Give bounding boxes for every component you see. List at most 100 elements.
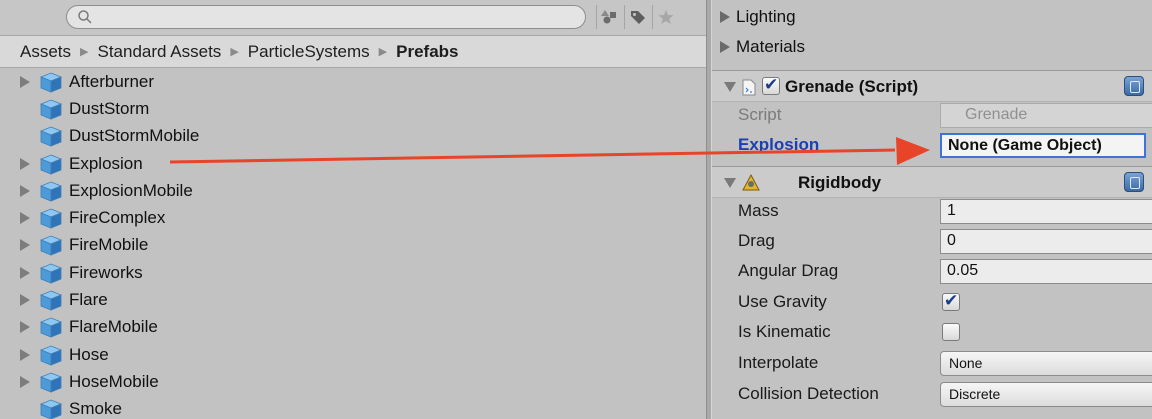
materials-section[interactable]: Materials: [712, 32, 1152, 62]
prefab-cube-icon: [39, 72, 63, 93]
foldout-closed-icon[interactable]: [20, 321, 30, 334]
asset-name: Flare: [69, 290, 108, 310]
foldout-open-icon: [724, 178, 736, 188]
explosion-field-value: None (Game Object): [948, 137, 1102, 154]
asset-name: Afterburner: [69, 71, 155, 91]
favorites-star-icon[interactable]: [652, 5, 678, 29]
asset-name: FireMobile: [69, 235, 149, 255]
asset-name: FlareMobile: [69, 317, 158, 337]
rigidbody-component-title: Rigidbody: [798, 173, 882, 192]
foldout-closed-icon: [720, 11, 730, 23]
asset-row[interactable]: Hose: [0, 341, 706, 368]
asset-row[interactable]: FireMobile: [0, 232, 706, 259]
foldout-closed-icon[interactable]: [20, 266, 30, 279]
foldout-closed-icon: [720, 41, 730, 53]
prefab-cube-icon: [39, 208, 63, 229]
interpolate-dropdown[interactable]: None: [940, 351, 1152, 376]
use-gravity-property-row: Use Gravity: [712, 287, 1152, 317]
project-toolbar: [0, 0, 706, 36]
mass-input[interactable]: 1: [940, 199, 1152, 224]
breadcrumb: Assets ▶ Standard Assets ▶ ParticleSyste…: [0, 36, 706, 68]
collision-detection-label: Collision Detection: [738, 384, 879, 403]
asset-row[interactable]: FireComplex: [0, 204, 706, 231]
prefab-cube-icon: [39, 99, 63, 120]
asset-name: ExplosionMobile: [69, 180, 193, 200]
asset-row[interactable]: HoseMobile: [0, 368, 706, 395]
asset-row[interactable]: Flare: [0, 286, 706, 313]
project-panel: Assets ▶ Standard Assets ▶ ParticleSyste…: [0, 0, 706, 419]
foldout-open-icon: [724, 82, 736, 92]
asset-row[interactable]: DustStorm: [0, 95, 706, 122]
breadcrumb-particle-systems[interactable]: ParticleSystems: [248, 42, 370, 62]
asset-name: DustStorm: [69, 98, 150, 118]
inspector-panel: Lighting Materials Grenade (Script) Scri…: [712, 0, 1152, 419]
asset-name: Explosion: [69, 153, 143, 173]
next-section: [712, 409, 1152, 419]
is-kinematic-label: Is Kinematic: [738, 322, 831, 341]
grenade-enabled-checkbox[interactable]: [762, 75, 780, 95]
script-file-icon: [742, 79, 756, 96]
script-label: Script: [738, 105, 782, 124]
prefab-cube-icon: [39, 235, 63, 257]
asset-row[interactable]: Afterburner: [0, 68, 706, 95]
drag-input[interactable]: 0: [940, 229, 1152, 254]
script-property-row: Script Grenade: [712, 100, 1152, 130]
asset-name: HoseMobile: [69, 371, 159, 391]
mass-label: Mass: [738, 201, 779, 220]
foldout-closed-icon[interactable]: [20, 212, 30, 225]
asset-row[interactable]: Smoke: [0, 396, 706, 419]
prefab-cube-icon: [39, 345, 63, 366]
filter-by-label-icon[interactable]: [624, 5, 650, 29]
asset-row[interactable]: ExplosionMobile: [0, 177, 706, 204]
explosion-label: Explosion: [738, 135, 820, 154]
prefab-cube-icon: [39, 290, 63, 311]
prefab-cube-icon: [39, 399, 63, 419]
asset-name: Smoke: [69, 399, 122, 419]
filter-by-type-icon[interactable]: [596, 5, 622, 29]
collision-detection-dropdown[interactable]: Discrete: [940, 382, 1152, 407]
prefab-cube-icon: [39, 154, 63, 175]
materials-label: Materials: [736, 37, 805, 56]
drag-label: Drag: [738, 231, 775, 250]
foldout-closed-icon[interactable]: [20, 157, 30, 170]
breadcrumb-separator-icon: ▶: [378, 46, 388, 58]
is-kinematic-checkbox[interactable]: [942, 323, 960, 341]
angular-drag-property-row: Angular Drag 0.05: [712, 256, 1152, 286]
asset-row[interactable]: Explosion: [0, 150, 706, 177]
explosion-object-field[interactable]: None (Game Object): [940, 133, 1146, 158]
prefab-cube-icon: [39, 263, 63, 284]
grenade-component-header[interactable]: Grenade (Script): [712, 70, 1152, 102]
explosion-property-row: Explosion None (Game Object): [712, 130, 1152, 160]
asset-row[interactable]: FlareMobile: [0, 314, 706, 341]
breadcrumb-prefabs[interactable]: Prefabs: [396, 42, 458, 62]
is-kinematic-property-row: Is Kinematic: [712, 317, 1152, 347]
foldout-closed-icon[interactable]: [20, 184, 30, 197]
rigidbody-component-header[interactable]: Rigidbody: [712, 166, 1152, 198]
foldout-closed-icon[interactable]: [20, 348, 30, 361]
search-icon: [78, 10, 92, 24]
breadcrumb-assets[interactable]: Assets: [20, 42, 71, 62]
asset-name: Fireworks: [69, 262, 143, 282]
foldout-closed-icon[interactable]: [20, 375, 30, 388]
prefab-cube-icon: [39, 317, 63, 338]
breadcrumb-standard-assets[interactable]: Standard Assets: [98, 42, 222, 62]
asset-row[interactable]: DustStormMobile: [0, 123, 706, 150]
help-book-icon[interactable]: [1124, 172, 1144, 192]
use-gravity-checkbox[interactable]: [942, 291, 960, 311]
foldout-closed-icon[interactable]: [20, 75, 30, 88]
asset-name: DustStormMobile: [69, 126, 200, 146]
asset-row[interactable]: Fireworks: [0, 259, 706, 286]
prefab-cube-icon: [39, 126, 63, 147]
script-object-field: Grenade: [940, 103, 1152, 128]
lighting-section[interactable]: Lighting: [712, 2, 1152, 32]
angular-drag-input[interactable]: 0.05: [940, 259, 1152, 284]
asset-list: Afterburner DustStorm DustStormMobile Explo…: [0, 68, 706, 419]
lighting-label: Lighting: [736, 7, 796, 26]
angular-drag-label: Angular Drag: [738, 261, 839, 280]
grenade-component-title: Grenade (Script): [785, 77, 919, 96]
help-book-icon[interactable]: [1124, 76, 1144, 96]
breadcrumb-separator-icon: ▶: [230, 46, 239, 58]
foldout-closed-icon[interactable]: [20, 294, 30, 307]
foldout-closed-icon[interactable]: [20, 239, 30, 252]
search-input[interactable]: [66, 5, 586, 29]
